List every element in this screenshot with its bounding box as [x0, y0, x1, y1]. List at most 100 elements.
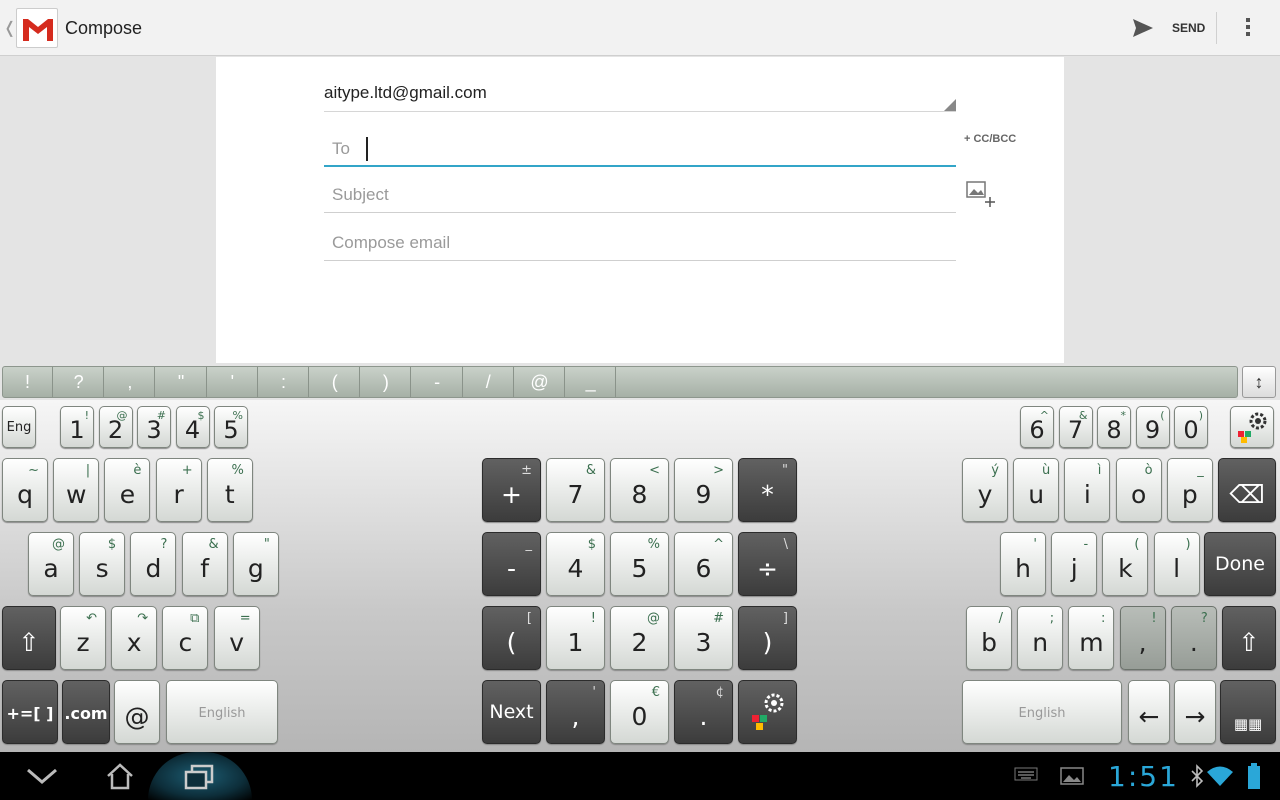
letter-key-t[interactable]: t%: [206, 458, 253, 522]
gmail-logo-icon[interactable]: [16, 8, 58, 48]
layout-toggle-key[interactable]: ▦▦: [1220, 680, 1276, 744]
letter-key-c[interactable]: c ⧉: [162, 606, 209, 670]
number-key-8[interactable]: 8 *: [1097, 406, 1131, 448]
suggestion-item[interactable]: @: [515, 367, 565, 397]
numpad-key-1-0[interactable]: - _: [482, 532, 541, 596]
body-field[interactable]: Compose email: [324, 213, 956, 261]
letter-key-k[interactable]: k(: [1102, 532, 1149, 596]
numpad-key-0-0[interactable]: + ±: [482, 458, 541, 522]
cc-bcc-button[interactable]: + CC/BCC: [964, 133, 1016, 145]
numpad-settings-key[interactable]: [738, 680, 797, 744]
keyboard-settings-key[interactable]: [1230, 406, 1274, 448]
language-key[interactable]: Eng: [2, 406, 36, 448]
letter-key-u[interactable]: uù: [1013, 458, 1060, 522]
suggestion-item[interactable]: ): [361, 367, 412, 397]
letter-key-w[interactable]: w |: [53, 458, 100, 522]
letter-key-v[interactable]: v =: [213, 606, 260, 670]
letter-key-j[interactable]: j-: [1051, 532, 1098, 596]
numpad-key-2-3[interactable]: 3 #: [674, 606, 733, 670]
shift-key-left[interactable]: ⇧: [2, 606, 56, 670]
numpad-dot-key[interactable]: . ¢: [674, 680, 733, 744]
letter-key-d[interactable]: d?: [130, 532, 177, 596]
letter-key-h[interactable]: h ': [1000, 532, 1046, 596]
done-key[interactable]: Done: [1204, 532, 1276, 596]
at-key[interactable]: @: [114, 680, 160, 744]
space-key-left[interactable]: English: [166, 680, 278, 744]
back-icon[interactable]: [22, 760, 62, 792]
letter-key-n[interactable]: n;: [1017, 606, 1064, 670]
number-key-2[interactable]: 2 @: [98, 406, 133, 448]
attach-image-icon[interactable]: [966, 179, 998, 211]
letter-key-s[interactable]: s $: [79, 532, 126, 596]
up-caret-icon[interactable]: ❬: [3, 18, 16, 38]
letter-key-r[interactable]: r +: [155, 458, 202, 522]
letter-key-p[interactable]: p _: [1166, 458, 1213, 522]
numpad-key-1-1[interactable]: 4 $: [546, 532, 605, 596]
number-key-4[interactable]: 4 $: [175, 406, 210, 448]
subject-field[interactable]: Subject: [324, 165, 956, 213]
send-button[interactable]: SEND: [1172, 21, 1205, 35]
numpad-key-0-4[interactable]: * ": [738, 458, 797, 522]
cursor-left-key[interactable]: ←: [1128, 680, 1170, 744]
recent-apps-icon[interactable]: [180, 760, 220, 792]
numpad-key-1-4[interactable]: ÷ \: [738, 532, 797, 596]
suggestion-item[interactable]: ': [208, 367, 258, 397]
dotcom-key[interactable]: .com: [62, 680, 110, 744]
numpad-key-2-0[interactable]: ([: [482, 606, 541, 670]
numpad-zero-key[interactable]: 0 €: [610, 680, 669, 744]
letter-key-x[interactable]: x ↷: [111, 606, 158, 670]
numpad-key-2-2[interactable]: 2 @: [610, 606, 669, 670]
suggestion-item[interactable]: ,: [105, 367, 156, 397]
numpad-key-0-3[interactable]: 9 >: [674, 458, 733, 522]
dropdown-arrow-icon[interactable]: [944, 99, 956, 111]
suggestion-item[interactable]: !: [3, 367, 53, 397]
symbols-key[interactable]: +=[ ]: [2, 680, 58, 744]
numpad-key-0-2[interactable]: 8 <: [610, 458, 669, 522]
numpad-key-0-1[interactable]: 7 &: [546, 458, 605, 522]
number-key-3[interactable]: 3 #: [137, 406, 171, 448]
shift-key-right[interactable]: ⇧: [1222, 606, 1276, 670]
number-key-1[interactable]: 1!: [60, 406, 94, 448]
letter-key-m[interactable]: m:: [1068, 606, 1115, 670]
send-icon[interactable]: [1132, 18, 1154, 38]
letter-key-b[interactable]: b /: [966, 606, 1012, 670]
to-field[interactable]: To: [324, 119, 956, 167]
numpad-comma-key[interactable]: , ': [546, 680, 605, 744]
suggestion-item[interactable]: ?: [54, 367, 105, 397]
letter-key-l[interactable]: l): [1153, 532, 1200, 596]
suggestion-item[interactable]: -: [413, 367, 463, 397]
letter-key-g[interactable]: g ": [232, 532, 279, 596]
suggestion-item[interactable]: _: [566, 367, 617, 397]
number-key-5[interactable]: 5%: [214, 406, 248, 448]
letter-key-y[interactable]: yý: [962, 458, 1008, 522]
number-key-9[interactable]: 9(: [1135, 406, 1170, 448]
letter-key-o[interactable]: oò: [1115, 458, 1162, 522]
suggestion-item[interactable]: ": [157, 367, 207, 397]
letter-key-comma[interactable]: ,!: [1119, 606, 1166, 670]
number-key-0[interactable]: 0): [1174, 406, 1208, 448]
numpad-key-2-1[interactable]: 1!: [546, 606, 605, 670]
numpad-key-1-3[interactable]: 6 ^: [674, 532, 733, 596]
cursor-right-key[interactable]: →: [1174, 680, 1216, 744]
letter-key-f[interactable]: f &: [181, 532, 228, 596]
letter-key-a[interactable]: a @: [28, 532, 74, 596]
number-key-7[interactable]: 7 &: [1058, 406, 1093, 448]
expand-toggle-icon[interactable]: ↕: [1242, 366, 1276, 398]
numpad-key-1-2[interactable]: 5%: [610, 532, 669, 596]
letter-key-period[interactable]: .?: [1170, 606, 1217, 670]
next-key[interactable]: Next: [482, 680, 541, 744]
space-key-right[interactable]: English: [962, 680, 1122, 744]
home-icon[interactable]: [100, 760, 140, 792]
letter-key-e[interactable]: eè: [104, 458, 151, 522]
overflow-menu-icon[interactable]: [1240, 16, 1256, 40]
numpad-key-2-4[interactable]: )]: [738, 606, 797, 670]
number-key-6[interactable]: 6 ^: [1020, 406, 1054, 448]
suggestion-item[interactable]: :: [259, 367, 309, 397]
from-account-select[interactable]: aitype.ltd@gmail.com: [324, 83, 487, 103]
letter-key-i[interactable]: iì: [1064, 458, 1111, 522]
letter-key-z[interactable]: z ↶: [60, 606, 106, 670]
backspace-key[interactable]: ⌫: [1218, 458, 1276, 522]
letter-key-q[interactable]: q ~: [2, 458, 48, 522]
suggestion-item[interactable]: /: [464, 367, 514, 397]
suggestion-item[interactable]: (: [310, 367, 361, 397]
